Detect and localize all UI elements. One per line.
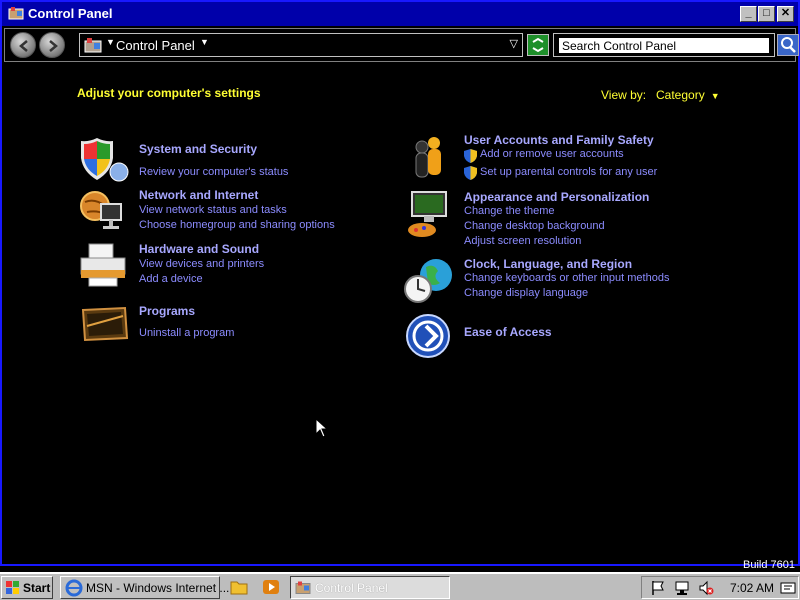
forward-arrow-icon	[49, 40, 58, 52]
clock[interactable]: 7:02 AM	[730, 581, 774, 595]
show-desktop-icon[interactable]	[780, 580, 796, 596]
start-label: Start	[23, 581, 51, 595]
back-arrow-icon	[19, 40, 28, 52]
start-button[interactable]: Start	[1, 576, 53, 599]
window-title: Control Panel	[28, 6, 113, 21]
address-bar: ▼ Control Panel ▼ ▽	[4, 28, 799, 62]
search-input[interactable]	[558, 37, 770, 54]
category-link[interactable]: View network status and tasks	[139, 204, 287, 216]
programs-icon[interactable]	[79, 304, 131, 352]
minimize-button[interactable]: _	[740, 6, 757, 22]
monitor-paint-icon[interactable]	[404, 190, 456, 238]
category-link[interactable]: Change keyboards or other input methods	[464, 272, 669, 284]
windows-logo-icon	[6, 581, 19, 594]
clock-globe-icon[interactable]	[404, 257, 456, 305]
breadcrumb-separator-icon[interactable]: ▼	[106, 37, 115, 47]
network-globe-icon[interactable]	[79, 188, 131, 236]
close-button[interactable]: ✕	[777, 6, 794, 22]
view-by-label: View by:	[601, 88, 647, 102]
build-label: Build 7601	[743, 559, 795, 571]
forward-button[interactable]	[39, 32, 65, 58]
category-link[interactable]: Change desktop background	[464, 220, 605, 232]
media-player-icon[interactable]	[262, 579, 280, 595]
category-title[interactable]: Appearance and Personalization	[464, 190, 649, 204]
taskbar-item-msn[interactable]: MSN - Windows Internet ...	[60, 576, 229, 599]
chevron-down-icon: ▼	[710, 91, 720, 101]
network-icon[interactable]	[674, 580, 690, 596]
page-heading: Adjust your computer's settings	[77, 86, 261, 100]
view-by-select[interactable]: Category ▼	[656, 88, 720, 102]
taskbar-item-label: MSN - Windows Internet ...	[86, 581, 230, 595]
search-icon	[781, 37, 796, 53]
internet-explorer-icon	[65, 579, 83, 597]
mouse-cursor-icon	[315, 418, 329, 438]
system-tray: 7:02 AM	[641, 576, 799, 599]
category-title[interactable]: Clock, Language, and Region	[464, 257, 632, 271]
category-link[interactable]: Choose homegroup and sharing options	[139, 219, 335, 231]
breadcrumb-chevron-icon[interactable]: ▼	[200, 37, 209, 47]
maximize-button[interactable]: □	[758, 6, 775, 22]
category-title[interactable]: Hardware and Sound	[139, 242, 259, 256]
category-link[interactable]: Set up parental controls for any user	[480, 166, 657, 178]
control-panel-icon	[8, 7, 24, 20]
category-link[interactable]: View devices and printers	[139, 258, 264, 270]
breadcrumb-control-panel[interactable]: Control Panel	[116, 38, 195, 53]
category-link[interactable]: Adjust screen resolution	[464, 235, 581, 247]
control-panel-window: Control Panel _ □ ✕ ▼ Control Panel ▼ ▽	[0, 0, 800, 566]
taskbar-item-control-panel[interactable]: Control Panel	[290, 576, 450, 599]
address-field[interactable]: ▼ Control Panel ▼ ▽	[79, 33, 523, 57]
title-bar[interactable]: Control Panel _ □ ✕	[2, 2, 798, 26]
taskbar-item-label: Control Panel	[315, 581, 388, 595]
category-title[interactable]: User Accounts and Family Safety	[464, 133, 654, 147]
folder-icon[interactable]	[230, 579, 248, 595]
volume-muted-icon[interactable]	[698, 580, 714, 596]
refresh-icon	[532, 37, 544, 53]
users-icon[interactable]	[404, 133, 456, 181]
uac-shield-icon	[464, 166, 477, 180]
category-title[interactable]: System and Security	[139, 142, 257, 156]
category-link[interactable]: Add or remove user accounts	[480, 148, 624, 160]
address-dropdown-icon[interactable]: ▽	[510, 37, 518, 50]
taskbar: Start MSN - Windows Internet ... Control…	[0, 572, 800, 600]
refresh-button[interactable]	[527, 34, 549, 56]
back-button[interactable]	[10, 32, 36, 58]
category-title[interactable]: Programs	[139, 304, 195, 318]
printer-icon[interactable]	[79, 242, 131, 290]
control-panel-icon	[84, 38, 102, 53]
control-panel-icon	[295, 581, 311, 594]
category-link[interactable]: Uninstall a program	[139, 327, 234, 339]
category-link[interactable]: Change display language	[464, 287, 588, 299]
search-box	[553, 33, 775, 57]
category-link[interactable]: Review your computer's status	[139, 166, 288, 178]
ease-of-access-icon[interactable]	[404, 314, 456, 362]
category-link[interactable]: Change the theme	[464, 205, 555, 217]
uac-shield-icon	[464, 149, 477, 163]
main-content: Adjust your computer's settings View by:…	[4, 64, 796, 564]
shield-icon[interactable]	[79, 136, 131, 184]
search-button[interactable]	[777, 34, 799, 56]
category-link[interactable]: Add a device	[139, 273, 203, 285]
action-center-flag-icon[interactable]	[650, 580, 666, 596]
category-title[interactable]: Ease of Access	[464, 325, 552, 339]
view-by-value: Category	[656, 88, 705, 102]
category-title[interactable]: Network and Internet	[139, 188, 258, 202]
